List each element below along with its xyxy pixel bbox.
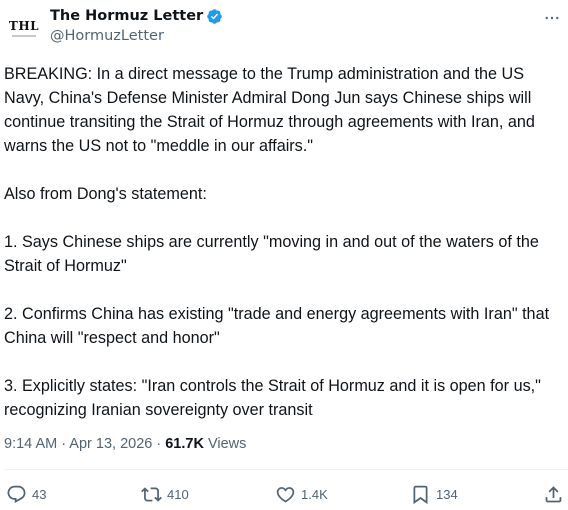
divider [4, 469, 568, 470]
views-label: Views [203, 436, 247, 452]
tweet-meta: 9:14 AM · Apr 13, 2026 · 61.7K Views [4, 436, 246, 452]
name-row: The Hormuz Letter [50, 6, 223, 26]
tweet-text: BREAKING: In a direct message to the Tru… [4, 62, 566, 422]
share-icon [543, 484, 564, 505]
avatar-logo-underline [12, 34, 36, 37]
share-button[interactable] [543, 484, 564, 505]
reply-button[interactable]: 43 [6, 484, 46, 505]
avatar[interactable]: THL [4, 6, 44, 46]
reply-icon [6, 484, 27, 505]
display-name[interactable]: The Hormuz Letter [50, 8, 203, 24]
tweet-paragraph: 3. Explicitly states: "Iran controls the… [4, 377, 541, 419]
verified-badge-icon[interactable] [206, 8, 223, 25]
tweet-paragraph: 1. Says Chinese ships are currently "mov… [4, 233, 539, 275]
tweet-time[interactable]: 9:14 AM [4, 436, 57, 452]
tweet: THL The Hormuz Letter @HormuzLetter BREA… [0, 0, 568, 510]
avatar-logo-text: THL [8, 18, 40, 33]
tweet-paragraph: BREAKING: In a direct message to the Tru… [4, 65, 535, 155]
repost-button[interactable]: 410 [141, 484, 189, 505]
author-header: The Hormuz Letter @HormuzLetter [50, 6, 223, 44]
repost-icon [141, 484, 162, 505]
tweet-paragraph: 2. Confirms China has existing "trade an… [4, 305, 550, 347]
more-options-icon[interactable] [542, 8, 562, 28]
repost-count: 410 [167, 487, 189, 502]
bookmark-button[interactable]: 134 [410, 484, 458, 505]
meta-separator: · [57, 436, 70, 452]
action-bar: 43 410 1.4K 134 [0, 484, 568, 510]
heart-icon [275, 484, 296, 505]
like-count: 1.4K [301, 487, 328, 502]
tweet-paragraph: Also from Dong's statement: [4, 185, 207, 203]
views-count: 61.7K [165, 436, 204, 452]
like-button[interactable]: 1.4K [275, 484, 328, 505]
author-handle[interactable]: @HormuzLetter [50, 28, 223, 44]
bookmark-count: 134 [436, 487, 458, 502]
bookmark-icon [410, 484, 431, 505]
meta-separator: · [152, 436, 166, 452]
tweet-date[interactable]: Apr 13, 2026 [69, 436, 152, 452]
reply-count: 43 [32, 487, 47, 502]
